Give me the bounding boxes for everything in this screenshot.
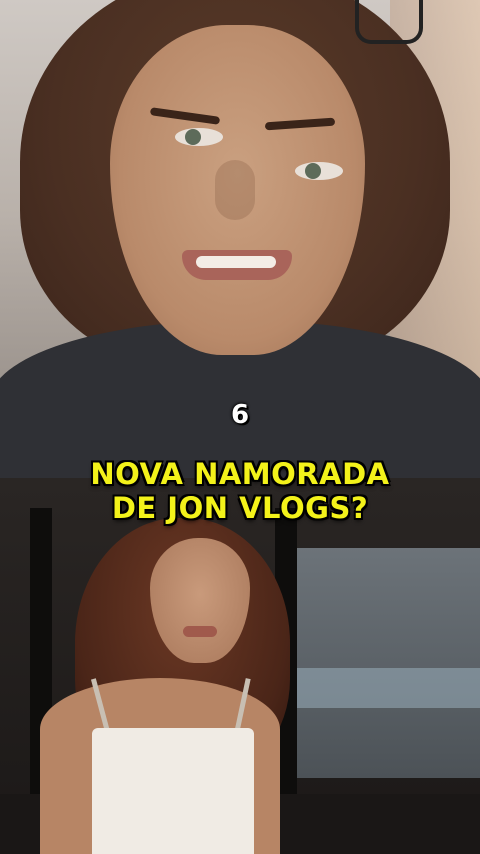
headline-line-1: NOVA NAMORADA bbox=[90, 457, 390, 491]
sunglasses bbox=[355, 0, 423, 44]
woman-lips bbox=[183, 626, 217, 637]
bottom-photo-frame bbox=[0, 478, 480, 854]
woman-face bbox=[150, 538, 250, 663]
right-eye bbox=[295, 162, 343, 180]
white-top bbox=[92, 728, 254, 854]
nose bbox=[215, 160, 255, 220]
headline-line-2: DE JON VLOGS? bbox=[111, 491, 369, 525]
teeth bbox=[196, 256, 276, 268]
background-window bbox=[276, 548, 480, 778]
rank-number: 6 bbox=[230, 400, 250, 430]
left-eye bbox=[175, 128, 223, 146]
headline-caption: NOVA NAMORADA DE JON VLOGS? bbox=[0, 457, 480, 525]
